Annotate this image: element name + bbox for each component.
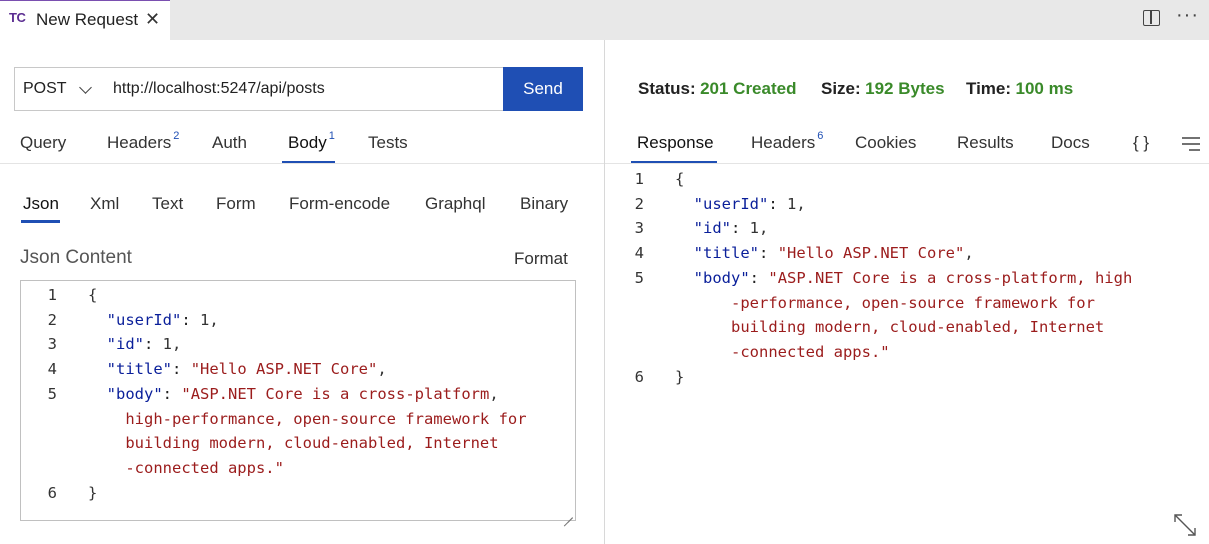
- code-line: {: [675, 170, 685, 188]
- body-tab-xml[interactable]: Xml: [90, 194, 119, 214]
- json-content-label: Json Content: [20, 247, 132, 268]
- response-size: Size: 192 Bytes: [821, 79, 945, 99]
- code-line: }: [675, 367, 685, 386]
- line-number: 2: [47, 310, 57, 329]
- tab-query[interactable]: Query: [20, 133, 66, 153]
- format-button[interactable]: Format: [514, 249, 568, 269]
- code-line: building modern, cloud-enabled, Internet: [88, 434, 499, 453]
- tab-cookies[interactable]: Cookies: [855, 133, 916, 153]
- code-line: -performance, open-source framework for: [675, 293, 1095, 312]
- tab-tests[interactable]: Tests: [368, 133, 408, 153]
- chevron-down-icon: [79, 81, 92, 94]
- line-number: 4: [47, 360, 57, 379]
- divider: [605, 163, 1209, 164]
- line-number: [618, 340, 644, 365]
- code-line: }: [88, 483, 98, 502]
- hamburger-menu-icon[interactable]: [1181, 136, 1201, 152]
- body-tab-form[interactable]: Form: [216, 194, 256, 214]
- time-value: 100 ms: [1015, 79, 1074, 98]
- code-area: { "userId": 1, "id": 1, "title": "Hello …: [88, 283, 527, 505]
- pane-divider: [604, 40, 605, 544]
- thunder-client-logo: TC: [9, 10, 26, 25]
- expand-icon[interactable]: [1172, 512, 1198, 538]
- code-line: -connected apps.": [88, 458, 284, 477]
- method-label: POST: [23, 80, 67, 97]
- tab-badge: 6: [817, 130, 824, 142]
- url-input[interactable]: [105, 67, 504, 111]
- code-line: "userId": 1,: [106, 310, 219, 329]
- line-number: 5: [634, 268, 644, 287]
- close-icon[interactable]: ✕: [145, 9, 160, 30]
- code-line: "body": "ASP.NET Core is a cross-platfor…: [693, 268, 1133, 287]
- size-value: 192 Bytes: [865, 79, 945, 98]
- body-tab-binary[interactable]: Binary: [520, 194, 568, 214]
- tab-badge: 1: [328, 130, 335, 142]
- line-number: 1: [47, 286, 57, 304]
- tab-results[interactable]: Results: [957, 133, 1014, 153]
- line-number: 5: [47, 384, 57, 403]
- send-button[interactable]: Send: [503, 67, 583, 111]
- code-line: {: [88, 286, 98, 304]
- tab-code[interactable]: { }: [1133, 133, 1149, 153]
- tab-response[interactable]: Response: [637, 133, 714, 153]
- line-number: 6: [47, 483, 57, 502]
- tab-auth[interactable]: Auth: [212, 133, 247, 153]
- line-number: [21, 431, 57, 456]
- code-line: building modern, cloud-enabled, Internet: [675, 318, 1105, 337]
- body-tab-text[interactable]: Text: [152, 194, 183, 214]
- more-actions-icon[interactable]: ···: [1176, 4, 1199, 27]
- tab-body[interactable]: Body 1: [288, 130, 335, 153]
- body-tab-json[interactable]: Json: [23, 194, 59, 214]
- line-number: [21, 407, 57, 432]
- tab-docs[interactable]: Docs: [1051, 133, 1090, 153]
- code-line: "title": "Hello ASP.NET Core",: [106, 360, 387, 379]
- active-tab-underline: [21, 220, 60, 223]
- tab-headers[interactable]: Headers 6: [751, 130, 824, 153]
- tab-strip: [0, 0, 1209, 40]
- tab-badge: 2: [173, 130, 180, 142]
- status-value: 201 Created: [700, 79, 797, 98]
- body-tab-form-encode[interactable]: Form-encode: [289, 194, 390, 214]
- size-label: Size:: [821, 79, 861, 98]
- body-tab-graphql[interactable]: Graphql: [425, 194, 485, 214]
- resize-grip-icon[interactable]: [563, 508, 573, 518]
- line-number: [618, 315, 644, 340]
- code-line: "body": "ASP.NET Core is a cross-platfor…: [106, 384, 499, 403]
- code-line: high-performance, open-source framework …: [88, 409, 527, 428]
- time-label: Time:: [966, 79, 1012, 98]
- line-number: 6: [634, 367, 644, 386]
- tab-headers[interactable]: Headers 2: [107, 130, 180, 153]
- code-line: "id": 1,: [106, 335, 182, 354]
- split-view-icon[interactable]: [1143, 10, 1160, 26]
- response-status: Status: 201 Created: [638, 79, 796, 99]
- code-line: "userId": 1,: [693, 194, 806, 213]
- status-label: Status:: [638, 79, 696, 98]
- line-number: [21, 456, 57, 481]
- request-tab[interactable]: TC New Request ✕: [0, 0, 170, 40]
- line-number: 3: [47, 335, 57, 354]
- line-number: [618, 291, 644, 316]
- line-number: 4: [634, 244, 644, 263]
- line-number-gutter: 1 2 3 4 5 6: [21, 283, 57, 505]
- code-line: "title": "Hello ASP.NET Core",: [693, 244, 974, 263]
- divider: [0, 163, 604, 164]
- response-time: Time: 100 ms: [966, 79, 1073, 99]
- tab-title: New Request: [36, 10, 139, 29]
- line-number: 1: [634, 170, 644, 188]
- line-number: 3: [634, 219, 644, 238]
- code-line: -connected apps.": [675, 342, 890, 361]
- request-body-editor[interactable]: 1 2 3 4 5 6 { "userId": 1, "id": 1, "title":…: [20, 280, 576, 521]
- line-number: 2: [634, 194, 644, 213]
- response-body: { "userId": 1, "id": 1, "title": "Hello …: [675, 167, 1132, 389]
- method-select[interactable]: POST: [14, 67, 106, 111]
- code-line: "id": 1,: [693, 219, 769, 238]
- line-number-gutter: 1 2 3 4 5 6: [618, 167, 644, 389]
